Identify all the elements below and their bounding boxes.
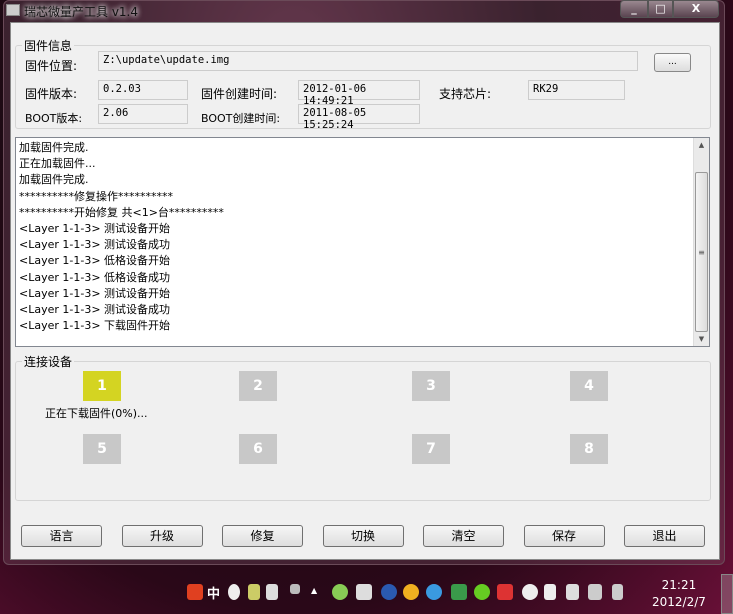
log-line: **********开始修复 共<1>台********** (19, 205, 224, 219)
device-slot-1: 1 (83, 371, 121, 401)
log-line: 加载固件完成. (19, 141, 89, 154)
devices-legend: 连接设备 (24, 355, 73, 369)
boot-version-label: BOOT版本: (25, 112, 83, 125)
log-lines: 加载固件完成. 正在加载固件... 加载固件完成. **********修复操作***… (19, 140, 224, 334)
log-scrollbar[interactable]: ▲ ≡ ▼ (693, 138, 709, 346)
qq-icon[interactable] (356, 584, 372, 600)
minimize-button[interactable]: _ (620, 0, 648, 18)
battery-icon[interactable] (248, 584, 260, 600)
language-button[interactable]: 语言 (21, 525, 102, 547)
device-slot-6: 6 (239, 434, 277, 464)
save-button[interactable]: 保存 (523, 525, 605, 547)
chip-field: RK29 (528, 80, 625, 100)
sogou-ime-icon[interactable] (187, 584, 203, 600)
box-icon[interactable] (451, 584, 467, 600)
app-icon (6, 4, 20, 16)
log-line: <Layer 1-1-3> 下载固件开始 (19, 319, 171, 333)
maximize-button[interactable]: □ (648, 0, 673, 18)
firmware-info-legend: 固件信息 (24, 39, 73, 53)
log-line: <Layer 1-1-3> 低格设备开始 (19, 254, 171, 268)
device-status: 正在下载固件(0%)... (45, 407, 148, 420)
close-button[interactable]: X (673, 0, 719, 18)
scroll-up-icon[interactable]: ▲ (694, 138, 709, 152)
device-slot-4: 4 (570, 371, 608, 401)
browse-button[interactable]: ... (654, 53, 691, 72)
bulb-icon[interactable] (403, 584, 419, 600)
moon-icon[interactable] (228, 584, 240, 600)
version-label: 固件版本: (25, 87, 78, 101)
log-line: **********修复操作********** (19, 189, 173, 203)
clear-button[interactable]: 清空 (423, 525, 504, 547)
log-line: 正在加载固件... (19, 157, 96, 171)
ime-mode[interactable]: 中 (207, 583, 220, 602)
create-time-field: 2012-01-06 14:49:21 (298, 80, 420, 107)
boot-time-field: 2011-08-05 15:25:24 (298, 104, 420, 131)
log-line: <Layer 1-1-3> 测试设备成功 (19, 238, 171, 252)
show-hidden-icon[interactable]: ▲ (311, 586, 317, 595)
boot-time-label: BOOT创建时间: (201, 112, 281, 125)
firmware-version-field: 0.2.03 (98, 80, 188, 100)
scroll-down-icon[interactable]: ▼ (694, 332, 709, 346)
clock[interactable]: 21:21 2012/2/7 (652, 577, 706, 611)
log-line: <Layer 1-1-3> 测试设备成功 (19, 303, 171, 317)
chip-label: 支持芯片: (439, 87, 492, 101)
show-desktop-button[interactable] (721, 574, 733, 614)
log-line: 加载固件完成. (19, 173, 89, 187)
location-label: 固件位置: (25, 59, 78, 73)
device-slot-3: 3 (412, 371, 450, 401)
firmware-location-field[interactable]: Z:\update\update.img (98, 51, 638, 71)
log-line: <Layer 1-1-3> 测试设备开始 (19, 286, 171, 300)
create-time-label: 固件创建时间: (201, 87, 278, 101)
power-icon[interactable] (566, 584, 579, 600)
wrench-icon[interactable] (266, 584, 278, 600)
device-slot-8: 8 (570, 434, 608, 464)
browser-icon[interactable] (381, 584, 397, 600)
bird-icon[interactable] (426, 584, 442, 600)
network-icon[interactable] (588, 584, 602, 600)
device-slot-5: 5 (83, 434, 121, 464)
log-textarea[interactable]: 加载固件完成. 正在加载固件... 加载固件完成. **********修复操作***… (15, 137, 710, 347)
device-slot-2: 2 (239, 371, 277, 401)
flag-icon[interactable] (544, 584, 556, 600)
qq-penguin-icon[interactable] (522, 584, 538, 600)
switch-button[interactable]: 切换 (322, 525, 404, 547)
clock-date: 2012/2/7 (652, 595, 706, 609)
log-line: <Layer 1-1-3> 低格设备成功 (19, 270, 171, 284)
log-line: <Layer 1-1-3> 测试设备开始 (19, 222, 171, 236)
window-title: 瑞芯微量产工具 v1.4 (24, 5, 139, 19)
volume-icon[interactable] (612, 584, 623, 600)
upgrade-button[interactable]: 升级 (121, 525, 203, 547)
repair-button[interactable]: 修复 (222, 525, 303, 547)
taskbar: 中 ▲ 21:21 2012/2/7 (0, 572, 733, 614)
scroll-thumb[interactable]: ≡ (695, 172, 708, 332)
plus-icon[interactable] (474, 584, 490, 600)
clock-time: 21:21 (661, 578, 697, 592)
boot-version-field: 2.06 (98, 104, 188, 124)
window-icon[interactable] (290, 584, 300, 594)
antivirus-icon[interactable] (497, 584, 513, 600)
exit-button[interactable]: 退出 (624, 525, 705, 547)
client-area: 固件信息 固件位置: Z:\update\update.img ... 固件版本… (10, 22, 720, 560)
app-tray-icon[interactable] (332, 584, 348, 600)
device-slot-7: 7 (412, 434, 450, 464)
